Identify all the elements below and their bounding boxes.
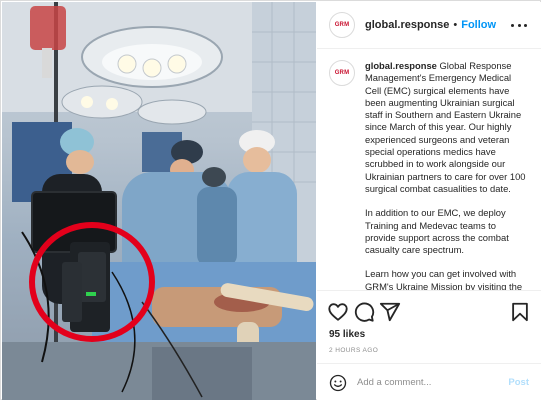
post-header: GRM global.response • Follow — [317, 2, 541, 49]
brand-logo-icon: GRM — [334, 70, 350, 76]
caption-paragraph-1: global.response Global Response Manageme… — [365, 60, 526, 194]
header-separator: • — [453, 19, 458, 31]
more-options-icon[interactable] — [511, 18, 527, 32]
post-photo[interactable] — [2, 2, 316, 400]
caption-paragraph-2: In addition to our EMC, we deploy Traini… — [365, 207, 509, 256]
instagram-post: GRM global.response • Follow GRM global.… — [0, 0, 541, 400]
post-comment-button[interactable]: Post — [508, 377, 529, 388]
heart-icon[interactable] — [327, 301, 349, 323]
post-timestamp[interactable]: 2 HOURS AGO — [329, 347, 378, 354]
caption-paragraph-3: Learn how you can get involved with GRM'… — [365, 268, 523, 290]
post-actions: 95 likes 2 HOURS AGO Post — [317, 290, 541, 400]
account-avatar[interactable]: GRM — [329, 12, 355, 38]
operating-room-photo — [2, 2, 316, 400]
likes-count[interactable]: 95 likes — [329, 329, 365, 340]
comment-input[interactable] — [357, 377, 497, 388]
caption-username[interactable]: global.response — [365, 60, 437, 71]
caption-area[interactable]: GRM global.response Global Response Mana… — [317, 50, 541, 290]
caption-avatar[interactable]: GRM — [329, 60, 355, 86]
caption-text: global.response Global Response Manageme… — [365, 60, 529, 290]
follow-button[interactable]: Follow — [461, 19, 496, 31]
comment-bar: Post — [317, 363, 541, 401]
brand-logo-icon: GRM — [334, 22, 350, 28]
share-icon[interactable] — [379, 301, 401, 323]
header-username[interactable]: global.response — [365, 19, 449, 31]
emoji-icon[interactable] — [329, 374, 347, 392]
post-side-panel: GRM global.response • Follow GRM global.… — [317, 2, 541, 400]
bookmark-icon[interactable] — [509, 301, 531, 323]
comment-icon[interactable] — [353, 301, 375, 323]
